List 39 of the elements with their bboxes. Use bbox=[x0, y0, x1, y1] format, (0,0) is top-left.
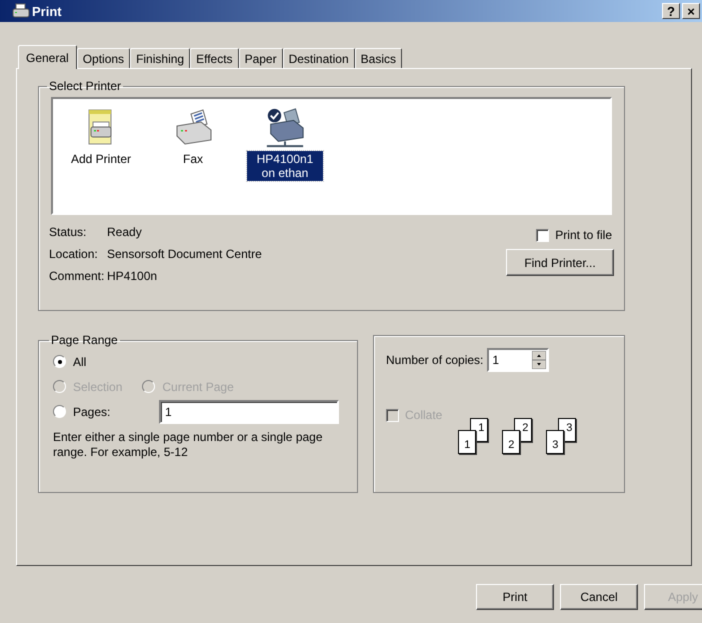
copies-label: Number of copies: bbox=[386, 353, 484, 367]
dialog-button[interactable]: Cancel bbox=[560, 584, 638, 610]
group-title: Select Printer bbox=[48, 79, 122, 93]
radio-label: Pages: bbox=[73, 404, 110, 418]
printer-name[interactable]: Fax bbox=[180, 151, 205, 167]
hint-text: Enter either a single page number or a single page range. For example, 5-12 bbox=[53, 430, 324, 460]
copies-spinbox[interactable]: 1 bbox=[487, 348, 550, 372]
tab[interactable]: Finishing bbox=[130, 48, 190, 68]
window-title: Print bbox=[32, 4, 62, 18]
detail-value: Ready bbox=[107, 225, 142, 239]
radio-label: All bbox=[73, 354, 86, 368]
detail-label: Status: bbox=[49, 225, 88, 239]
close-button[interactable]: × bbox=[682, 3, 700, 19]
radio-button[interactable] bbox=[53, 355, 66, 368]
printer-icon bbox=[12, 3, 30, 19]
tab[interactable]: Options bbox=[76, 48, 130, 68]
radio-button[interactable] bbox=[53, 405, 66, 418]
tab[interactable]: Destination bbox=[282, 48, 355, 68]
group-title: Page Range bbox=[50, 333, 119, 347]
detail-value: Sensorsoft Document Centre bbox=[107, 247, 262, 261]
page-sheet: 3 bbox=[546, 430, 564, 454]
tab[interactable]: Basics bbox=[354, 48, 402, 68]
tab[interactable]: Effects bbox=[190, 48, 239, 68]
dialog-button[interactable]: Print bbox=[476, 584, 554, 610]
detail-label: Location: bbox=[49, 247, 99, 261]
tab[interactable]: General bbox=[18, 45, 77, 69]
printer-name[interactable]: HP4100n1 on ethan bbox=[247, 151, 323, 181]
detail-label: Comment: bbox=[49, 269, 106, 283]
help-button[interactable]: ? bbox=[662, 3, 680, 19]
checkbox-label: Print to file bbox=[555, 228, 612, 242]
page-sheet: 1 bbox=[458, 430, 476, 454]
tab[interactable]: Paper bbox=[238, 48, 283, 68]
pages-field[interactable]: 1 bbox=[159, 400, 339, 424]
find-printer-button[interactable]: Find Printer... bbox=[506, 249, 614, 276]
spin-arrows-icon bbox=[532, 351, 546, 369]
page-sheet: 2 bbox=[502, 430, 520, 454]
printer-name[interactable]: Add Printer bbox=[68, 151, 134, 167]
checkbox[interactable] bbox=[536, 228, 550, 242]
detail-value: HP4100n bbox=[107, 269, 158, 283]
